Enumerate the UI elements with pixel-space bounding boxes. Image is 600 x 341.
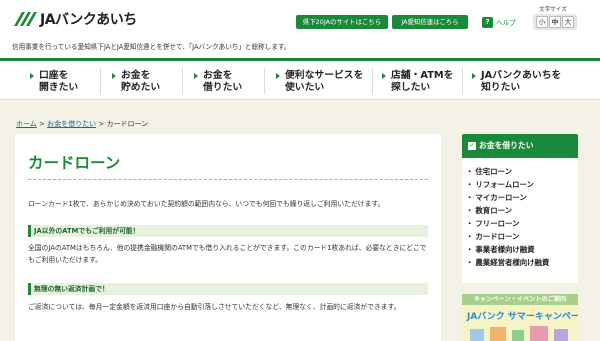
site-tagline: 信用事業を行っている愛知県下JAとJA愛知信連とを併せて、「JAバンクあいち」と…	[12, 43, 291, 51]
bullet: ・	[466, 206, 474, 215]
nav-find-branch-atm[interactable]: 店舗・ATMを 探したい	[380, 61, 453, 100]
sidebar-item-education-loan[interactable]: ・教育ローン	[466, 205, 512, 216]
nav-divider	[182, 68, 183, 94]
font-size-switcher: 小 中 大	[533, 14, 577, 30]
nav-save-money[interactable]: お金を 貯めたい	[110, 61, 160, 100]
nav-about-ja-bank[interactable]: JAバンクあいちを 知りたい	[470, 61, 561, 100]
bullet: ・	[466, 258, 474, 267]
sidebar-heading-label: お金を借りたい	[479, 141, 534, 150]
sidebar-item-label: 住宅ローン	[475, 167, 512, 176]
nav-label-line1: お金を	[121, 70, 151, 81]
nav-label-line2: 開きたい	[39, 82, 79, 93]
bullet: ・	[466, 232, 474, 241]
bullet: ・	[466, 219, 474, 228]
nav-arrow-icon	[194, 73, 198, 79]
site-header: JAバンクあいち 信用事業を行っている愛知県下JAとJA愛知信連とを併せて、「J…	[0, 0, 600, 58]
font-size-small-button[interactable]: 小	[536, 16, 548, 28]
sidebar-item-label: 事業者様向け融資	[475, 245, 535, 254]
bullet: ・	[466, 245, 474, 254]
font-size-medium-button[interactable]: 中	[549, 16, 561, 28]
font-size-label: 文字サイズ	[539, 7, 567, 13]
sidebar-menu: ・住宅ローン ・リフォームローン ・マイカーローン ・教育ローン ・フリーローン…	[462, 158, 578, 283]
nav-borrow-money[interactable]: お金を 借りたい	[192, 61, 242, 100]
campaign-heading: キャンペーン・イベントのご案内	[462, 294, 578, 305]
sidebar-item-agri-financing[interactable]: ・農業経営者様向け融資	[466, 257, 549, 268]
sidebar-item-label: 農業経営者様向け融資	[475, 258, 550, 267]
campaign-title: JAバンク サマーキャンペーン	[467, 312, 578, 322]
intro-text: ローンカード1枚で、あらかじめ決めておいた契約額の範囲内なら、いつでも何回でも繰…	[28, 200, 385, 208]
font-size-large-button[interactable]: 大	[562, 16, 574, 28]
page-title: カードローン	[28, 154, 121, 172]
checkbox-icon: ✓	[468, 142, 476, 150]
breadcrumb-borrow-link[interactable]: お金を借りたい	[47, 120, 96, 128]
nav-arrow-icon	[112, 73, 116, 79]
nav-open-account[interactable]: 口座を 開きたい	[28, 61, 78, 100]
nav-arrow-icon	[276, 73, 280, 79]
sidebar-item-card-loan[interactable]: ・カードローン	[466, 231, 519, 242]
nav-divider	[372, 68, 373, 94]
section-heading: 無理の無い返済計画で！	[28, 283, 428, 295]
nav-arrow-icon	[472, 73, 476, 79]
campaign-illustration-icon	[470, 326, 568, 341]
nav-label-line1: 便利なサービスを	[285, 70, 364, 81]
sidebar-item-label: フリーローン	[475, 219, 520, 228]
nav-arrow-icon	[30, 73, 34, 79]
bullet: ・	[466, 180, 474, 189]
nav-label-line1: 店舗・ATMを	[391, 70, 454, 81]
help-label: ヘルプ	[496, 19, 516, 27]
nav-convenient-services[interactable]: 便利なサービスを 使いたい	[274, 61, 363, 100]
local-ja-sites-link[interactable]: 県下20JAのサイトはこちら	[296, 15, 388, 29]
sidebar-item-label: マイカーローン	[475, 193, 527, 202]
help-icon: ?	[482, 16, 493, 28]
nav-label-line2: 貯めたい	[121, 82, 161, 93]
nav-arrow-icon	[382, 73, 386, 79]
ja-bank-aichi-logo[interactable]: JAバンクあいち	[12, 9, 137, 29]
nav-divider	[462, 68, 463, 94]
nav-label-line2: 使いたい	[285, 82, 325, 93]
sidebar-item-business-financing[interactable]: ・事業者様向け融資	[466, 244, 535, 255]
bullet: ・	[466, 193, 474, 202]
summer-campaign-banner[interactable]: JAバンク サマーキャンペーン	[462, 305, 578, 341]
breadcrumb: ホーム > お金を借りたい > カードローン	[16, 119, 148, 129]
logo-text: JAバンクあいち	[40, 12, 137, 28]
nav-divider	[264, 68, 265, 94]
sidebar-item-reform-loan[interactable]: ・リフォームローン	[466, 179, 534, 190]
content-panel: カードローン ローンカード1枚で、あらかじめ決めておいた契約額の範囲内なら、いつ…	[15, 134, 441, 341]
bullet: ・	[466, 167, 474, 176]
sidebar-item-label: カードローン	[475, 232, 520, 241]
ja-logo-icon	[14, 12, 37, 26]
section-heading: JA以外のATMでもご利用が可能！	[28, 225, 428, 237]
nav-label-line2: 借りたい	[203, 82, 243, 93]
global-nav: 口座を 開きたい お金を 貯めたい お金を 借りたい 便利なサービスを 使いたい…	[0, 58, 600, 100]
section-body: 全国のJAのATMはもちろん、他の提携金融機関のATMでも借り入れることができま…	[28, 244, 427, 264]
ja-aichi-shinren-link[interactable]: JA愛知信連はこちら	[392, 15, 468, 29]
sidebar-item-housing-loan[interactable]: ・住宅ローン	[466, 166, 512, 177]
nav-label-line1: JAバンクあいちを	[481, 70, 562, 81]
nav-label-line1: お金を	[203, 70, 233, 81]
sidebar-item-label: リフォームローン	[475, 180, 534, 189]
section-body: ご返済については、毎月一定金額を返済用口座から自動引落しさせていただくなど、無理…	[28, 303, 401, 311]
help-link[interactable]: ? ヘルプ	[482, 15, 516, 29]
nav-label-line2: 探したい	[391, 82, 431, 93]
sidebar-heading: ✓ お金を借りたい	[462, 134, 578, 158]
nav-label-line1: 口座を	[39, 70, 69, 81]
nav-divider	[100, 68, 101, 94]
breadcrumb-home-link[interactable]: ホーム	[16, 120, 37, 128]
sidebar-item-label: 教育ローン	[475, 206, 512, 215]
nav-label-line2: 知りたい	[481, 82, 521, 93]
breadcrumb-current: カードローン	[106, 120, 149, 128]
title-divider	[28, 179, 428, 180]
sidebar-item-car-loan[interactable]: ・マイカーローン	[466, 192, 527, 203]
breadcrumb-separator: >	[96, 120, 107, 128]
sidebar-item-free-loan[interactable]: ・フリーローン	[466, 218, 519, 229]
breadcrumb-separator: >	[36, 120, 48, 128]
